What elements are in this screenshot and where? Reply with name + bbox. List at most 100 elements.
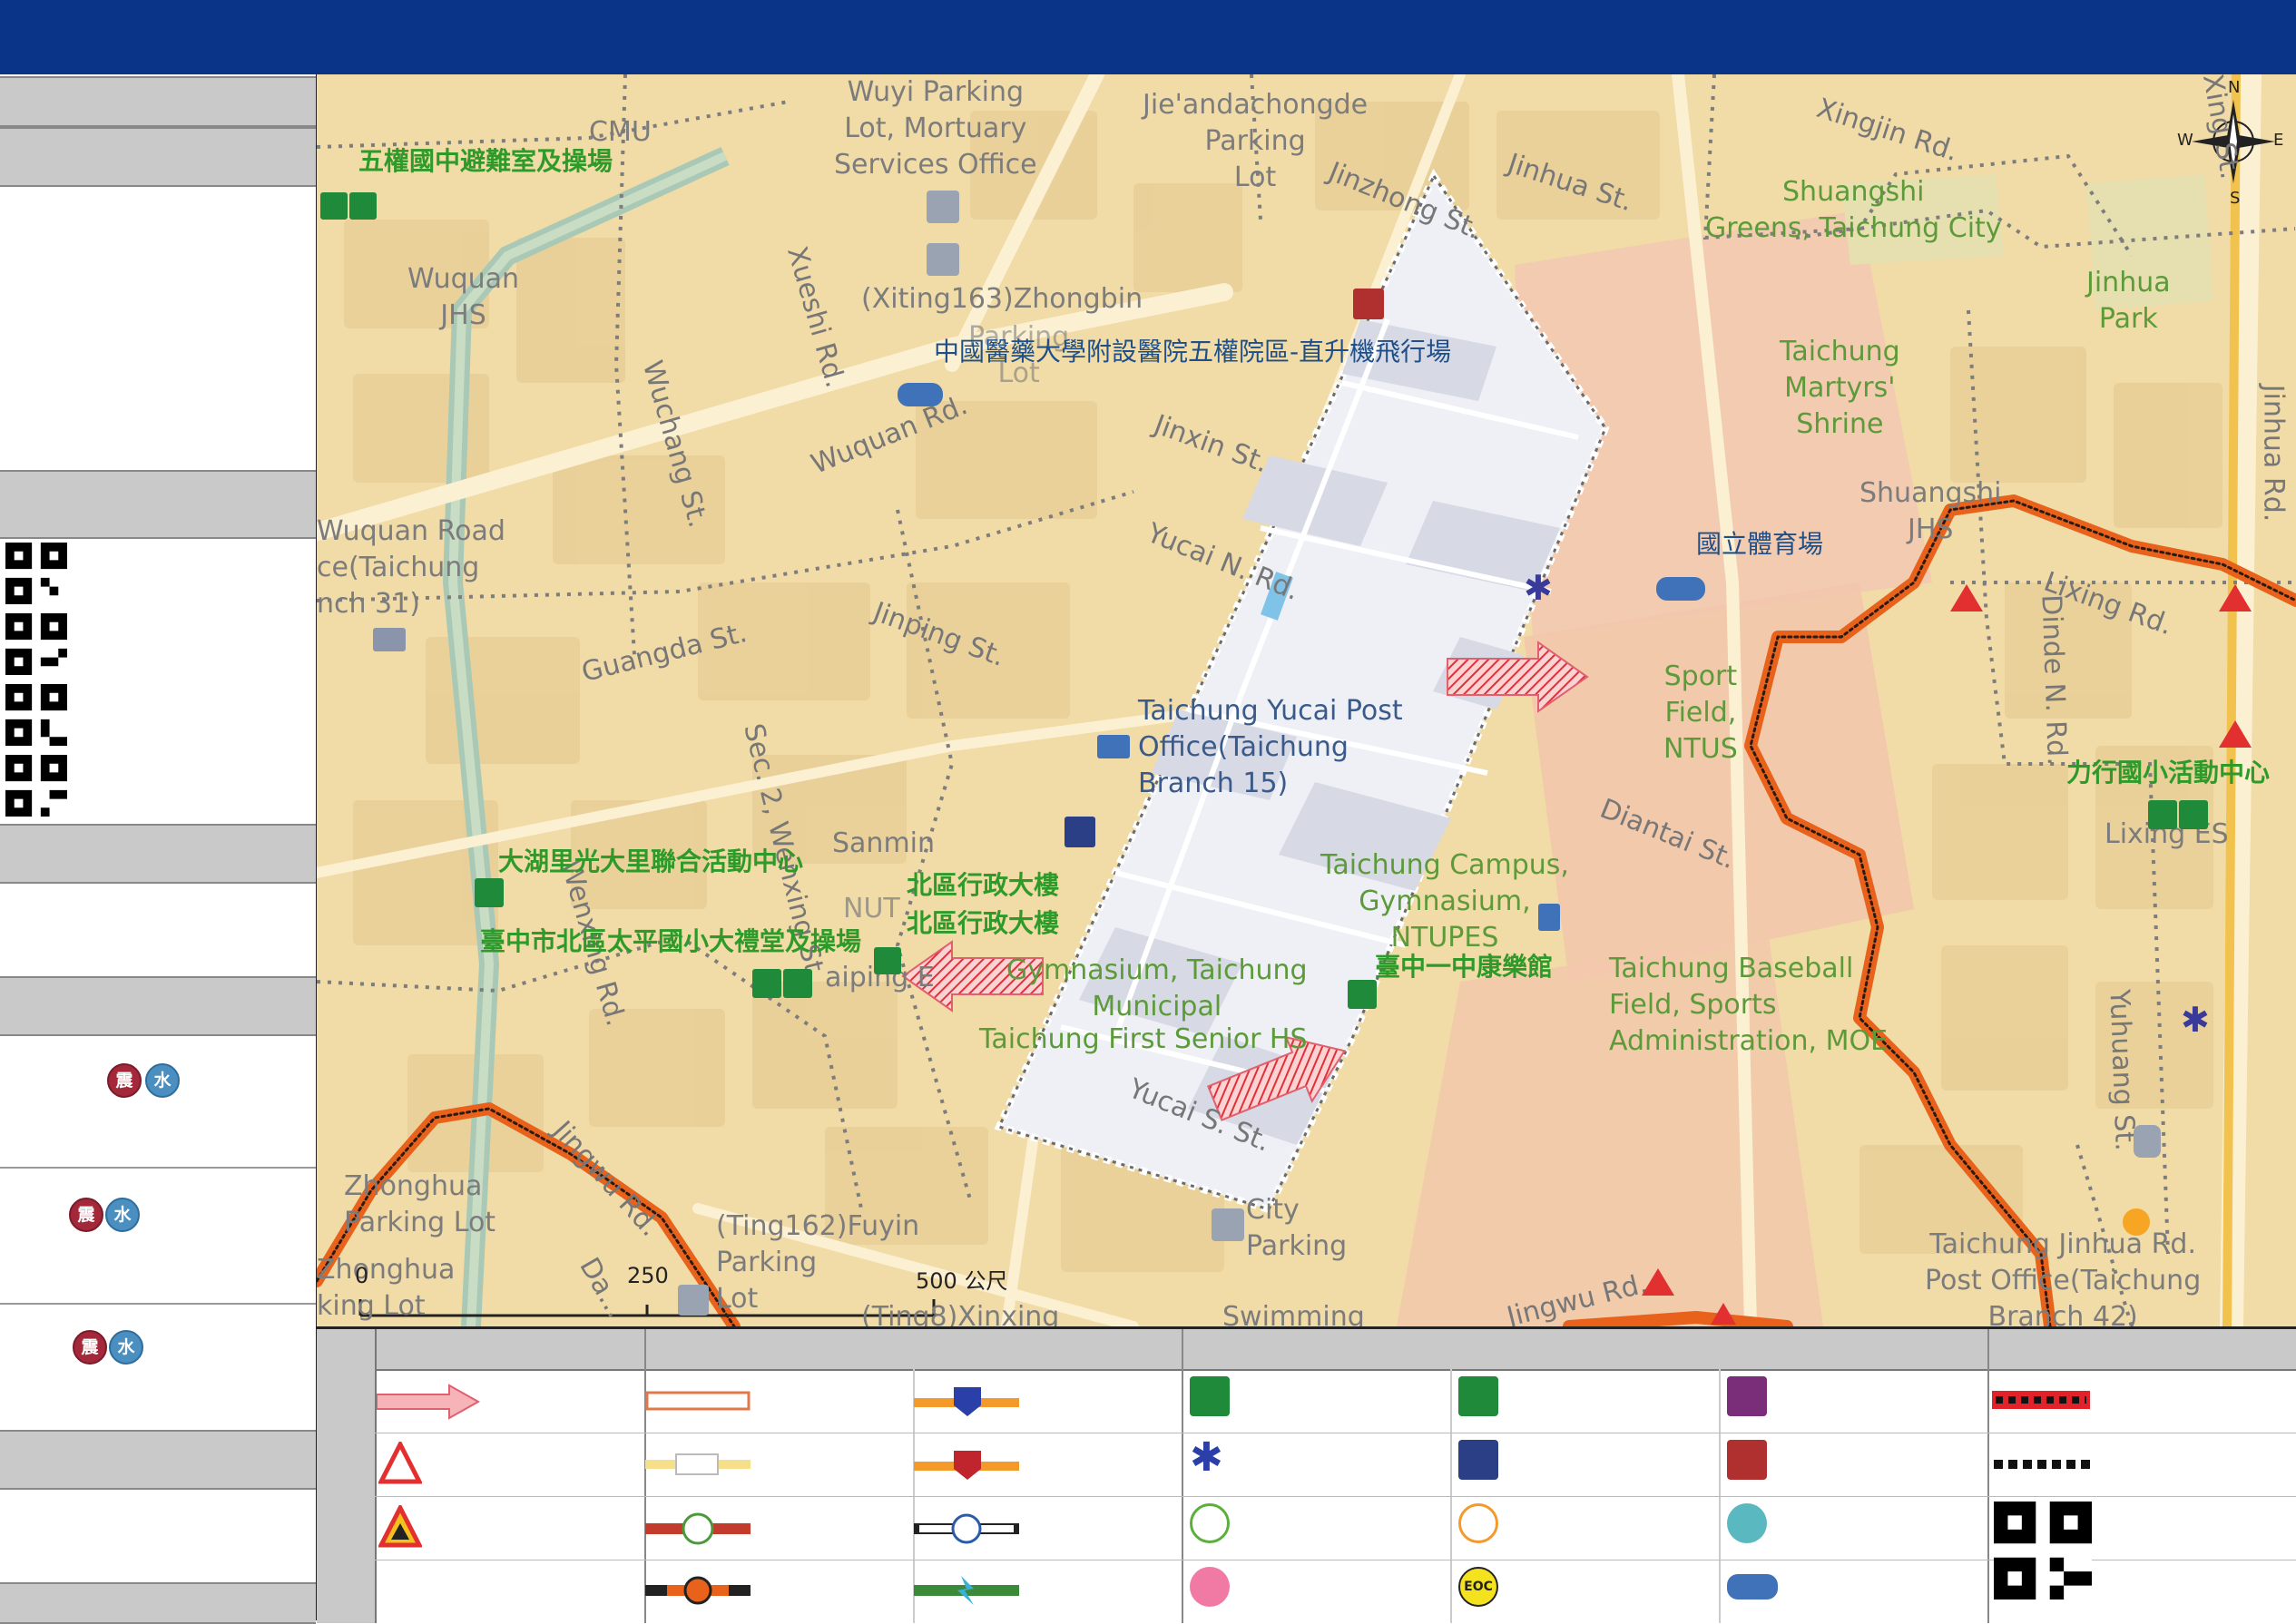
hsr-line-icon xyxy=(914,1576,1019,1605)
place-shuangshi-greens: Shuangshi Greens, Taichung City xyxy=(1705,176,2002,244)
place-martyrs-shrine: Taichung Martyrs' Shrine xyxy=(1780,336,1900,440)
evacuation-site-icon xyxy=(783,969,812,998)
sidebar-header-6 xyxy=(0,1430,316,1490)
fire-route-icon xyxy=(914,1451,1019,1480)
medical-star-icon: ✱ xyxy=(1524,568,1553,608)
qr-code-2[interactable] xyxy=(5,613,67,675)
shelter-yizhong[interactable]: 臺中一中康樂館 xyxy=(1375,947,1553,983)
legend-panel: ✱ EOC xyxy=(317,1326,2296,1623)
shelter-north-admin-2[interactable]: 北區行政大樓 xyxy=(907,904,1059,940)
qr-code-1[interactable] xyxy=(5,543,67,604)
place-shuangshi-jhs: Shuangshi JHS xyxy=(1859,477,2002,545)
place-swimming: Swimming xyxy=(1222,1301,1365,1326)
flood-hazard-icon xyxy=(1950,584,1983,611)
flood-hazard-icon xyxy=(2219,584,2252,611)
water-badge-3: 水 xyxy=(109,1330,143,1365)
quake-badge-3: 震 xyxy=(73,1330,107,1365)
water-badge-1: 水 xyxy=(145,1063,180,1098)
place-zhonghua-2: Zhonghua king Lot xyxy=(317,1254,456,1322)
village-boundary-icon xyxy=(1994,1460,2090,1469)
helicopter-icon xyxy=(898,383,943,406)
flood-hazard-icon xyxy=(1711,1303,1736,1325)
landslide-warning-icon xyxy=(378,1505,422,1548)
railway-green-icon xyxy=(645,1512,751,1545)
hospital-icon xyxy=(1727,1440,1767,1480)
shelter-icon xyxy=(874,947,901,974)
eoc-icon: EOC xyxy=(1458,1567,1498,1607)
legend-qr-code[interactable] xyxy=(1994,1502,2092,1600)
shelter-dahu[interactable]: 大湖里光大里聯合活動中心 xyxy=(498,842,803,878)
place-sanmin: Sanmin xyxy=(832,827,936,859)
route-shield-icon xyxy=(2134,1125,2161,1158)
post-office-icon xyxy=(373,628,406,651)
sidebar: 震 水 震 水 震 水 xyxy=(0,74,319,1624)
women-children-icon xyxy=(1190,1567,1230,1607)
flood-warning-icon xyxy=(378,1442,422,1484)
place-ting8: (Ting8)Xinxing xyxy=(861,1301,1060,1326)
scale-label-500: 500 公尺 xyxy=(916,1268,1008,1294)
place-yucai-post: Taichung Yucai Post Office(Taichung Bran… xyxy=(1138,695,1403,799)
sidebar-header-2 xyxy=(0,127,316,187)
scale-label-250: 250 xyxy=(627,1263,669,1288)
evacuation-route-arrow-icon xyxy=(377,1384,481,1420)
sidebar-header-5 xyxy=(0,976,316,1036)
hospital-icon xyxy=(1353,289,1384,319)
shelter-icon xyxy=(1458,1376,1498,1416)
accessible-icon xyxy=(1190,1503,1230,1543)
elderly-icon xyxy=(2123,1208,2150,1236)
area-boundary-icon xyxy=(645,1391,751,1411)
mrt-line-icon xyxy=(645,1576,751,1605)
parking-icon xyxy=(1212,1208,1244,1241)
shelter-wuquan-jhs[interactable]: 五權國中避難室及操場 xyxy=(358,142,613,178)
road-yellow-icon xyxy=(645,1453,751,1475)
water-badge-2: 水 xyxy=(105,1198,140,1232)
legend-side-label xyxy=(317,1329,377,1623)
shelter-icon xyxy=(1348,980,1377,1009)
flood-hazard-icon xyxy=(1642,1268,1674,1296)
place-jinhua-post: Taichung Jinhua Rd. Post Office(Taichung… xyxy=(1925,1228,2202,1326)
helicopter-icon xyxy=(1656,577,1705,601)
street-jinhua-rd: Jinhua Rd. xyxy=(2257,384,2290,523)
qr-code-4[interactable] xyxy=(5,755,67,817)
quake-badge-1: 震 xyxy=(107,1063,142,1098)
evacuation-site-icon xyxy=(2179,800,2208,829)
place-xiting: (Xiting163)Zhongbin xyxy=(861,283,1143,315)
place-city-parking: City Parking xyxy=(1246,1194,1348,1262)
parking-icon xyxy=(678,1285,709,1316)
place-zhonghua-parking: Zhonghua Parking Lot xyxy=(344,1170,496,1238)
shelter-icon xyxy=(320,192,348,220)
compass-south: S xyxy=(2230,189,2241,208)
evacuation-site-icon xyxy=(349,192,377,220)
shelter-lixing[interactable]: 力行國小活動中心 xyxy=(2066,753,2270,789)
place-jinhua-park: Jinhua Park xyxy=(2086,267,2171,335)
helipad-stadium[interactable]: 國立體育場 xyxy=(1696,524,1823,561)
map-canvas[interactable]: N S E W Xingjin Rd. Jinhua St. Jinzhong … xyxy=(317,74,2296,1326)
social-welfare-icon xyxy=(1727,1376,1767,1416)
rail-station-icon xyxy=(914,1513,1019,1544)
helipad-cmu-hospital[interactable]: 中國醫藥大學附設醫院五權院區-直升機飛行場 xyxy=(934,332,1451,368)
scale-label-0: 0 xyxy=(355,1263,369,1288)
place-baseball: Taichung Baseball Field, Sports Administ… xyxy=(1609,953,1889,1057)
place-jiean-parking: Jie'andachongde Parking Lot xyxy=(1143,89,1369,193)
medical-star-icon: ✱ xyxy=(1190,1434,1223,1481)
place-ntupes: Taichung Campus, Gymnasium, NTUPES xyxy=(1320,849,1569,954)
legend-header xyxy=(317,1329,2296,1371)
place-gym-municipal: Gymnasium, Taichung Municipal xyxy=(1006,954,1308,1022)
sidebar-header-3 xyxy=(0,470,316,539)
shelter-icon xyxy=(2148,800,2177,829)
parking-icon xyxy=(927,243,959,276)
elderly-icon xyxy=(1458,1503,1498,1543)
qr-code-3[interactable] xyxy=(5,684,67,746)
street-dinde-n: Dinde N. Rd. xyxy=(2035,593,2073,767)
school-flag-icon xyxy=(1538,904,1560,931)
shelter-icon xyxy=(475,878,504,907)
post-office-icon xyxy=(1097,735,1130,758)
medical-star-icon: ✱ xyxy=(2181,1000,2210,1040)
sidebar-header-1 xyxy=(0,76,316,127)
shelter-taiping-es[interactable]: 臺中市北區太平國小大禮堂及操場 xyxy=(480,922,861,958)
police-icon xyxy=(1458,1440,1498,1480)
shelter-icon xyxy=(752,969,781,998)
place-sport-field: Sport Field, NTUS xyxy=(1663,660,1738,765)
place-first-senior: Taichung First Senior HS xyxy=(979,1023,1308,1055)
shelter-north-admin-1[interactable]: 北區行政大樓 xyxy=(907,866,1059,902)
